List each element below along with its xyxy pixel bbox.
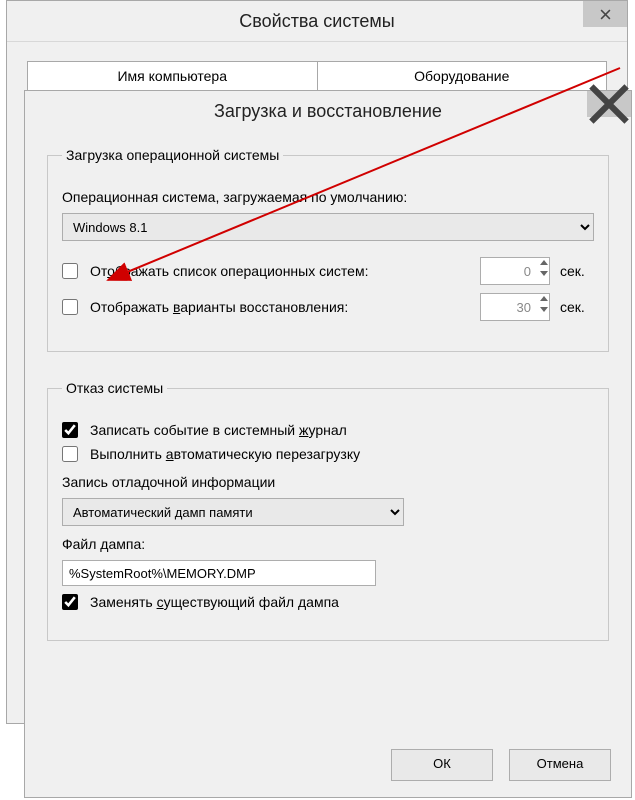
startup-recovery-dialog: Загрузка и восстановление Загрузка опера…: [24, 90, 632, 798]
log-event-checkbox[interactable]: [62, 422, 78, 438]
group-system-failure-legend: Отказ системы: [62, 380, 167, 396]
overwrite-dump-label: Заменять существующий файл дампа: [90, 594, 339, 610]
dump-file-label: Файл дампа:: [62, 536, 145, 552]
child-title: Загрузка и восстановление: [214, 101, 442, 122]
show-os-list-label: Отображать список операционных систем:: [90, 263, 368, 279]
cancel-button[interactable]: Отмена: [509, 749, 611, 781]
parent-titlebar: Свойства системы: [7, 1, 627, 42]
show-os-list-checkbox[interactable]: [62, 263, 78, 279]
default-os-select[interactable]: Windows 8.1: [62, 213, 594, 241]
log-event-label: Записать событие в системный журнал: [90, 422, 347, 438]
auto-restart-label: Выполнить автоматическую перезагрузку: [90, 446, 360, 462]
child-titlebar: Загрузка и восстановление: [25, 91, 631, 131]
ok-button[interactable]: ОК: [391, 749, 493, 781]
show-recovery-checkbox[interactable]: [62, 299, 78, 315]
tabstrip: Имя компьютера Оборудование: [27, 61, 607, 92]
auto-restart-checkbox[interactable]: [62, 446, 78, 462]
group-system-startup: Загрузка операционной системы Операционн…: [47, 147, 609, 352]
seconds-unit: сек.: [560, 299, 594, 315]
show-recovery-label: Отображать варианты восстановления:: [90, 299, 348, 315]
overwrite-dump-checkbox[interactable]: [62, 594, 78, 610]
parent-title: Свойства системы: [239, 11, 394, 32]
seconds-unit: сек.: [560, 263, 594, 279]
group-system-failure: Отказ системы Записать событие в системн…: [47, 380, 609, 641]
child-close-button[interactable]: [587, 91, 631, 117]
close-icon: [600, 9, 611, 20]
tab-computer-name[interactable]: Имя компьютера: [27, 61, 318, 91]
dialog-body: Загрузка операционной системы Операционн…: [47, 147, 609, 731]
parent-close-button[interactable]: [583, 1, 627, 27]
button-bar: ОК Отмена: [391, 749, 611, 781]
dump-type-select[interactable]: Автоматический дамп памяти: [62, 498, 404, 526]
group-system-startup-legend: Загрузка операционной системы: [62, 147, 283, 163]
tab-hardware[interactable]: Оборудование: [318, 61, 608, 91]
default-os-label: Операционная система, загружаемая по умо…: [62, 189, 407, 205]
close-icon: [587, 82, 631, 126]
dump-info-label: Запись отладочной информации: [62, 474, 275, 490]
dump-file-input[interactable]: [62, 560, 376, 586]
